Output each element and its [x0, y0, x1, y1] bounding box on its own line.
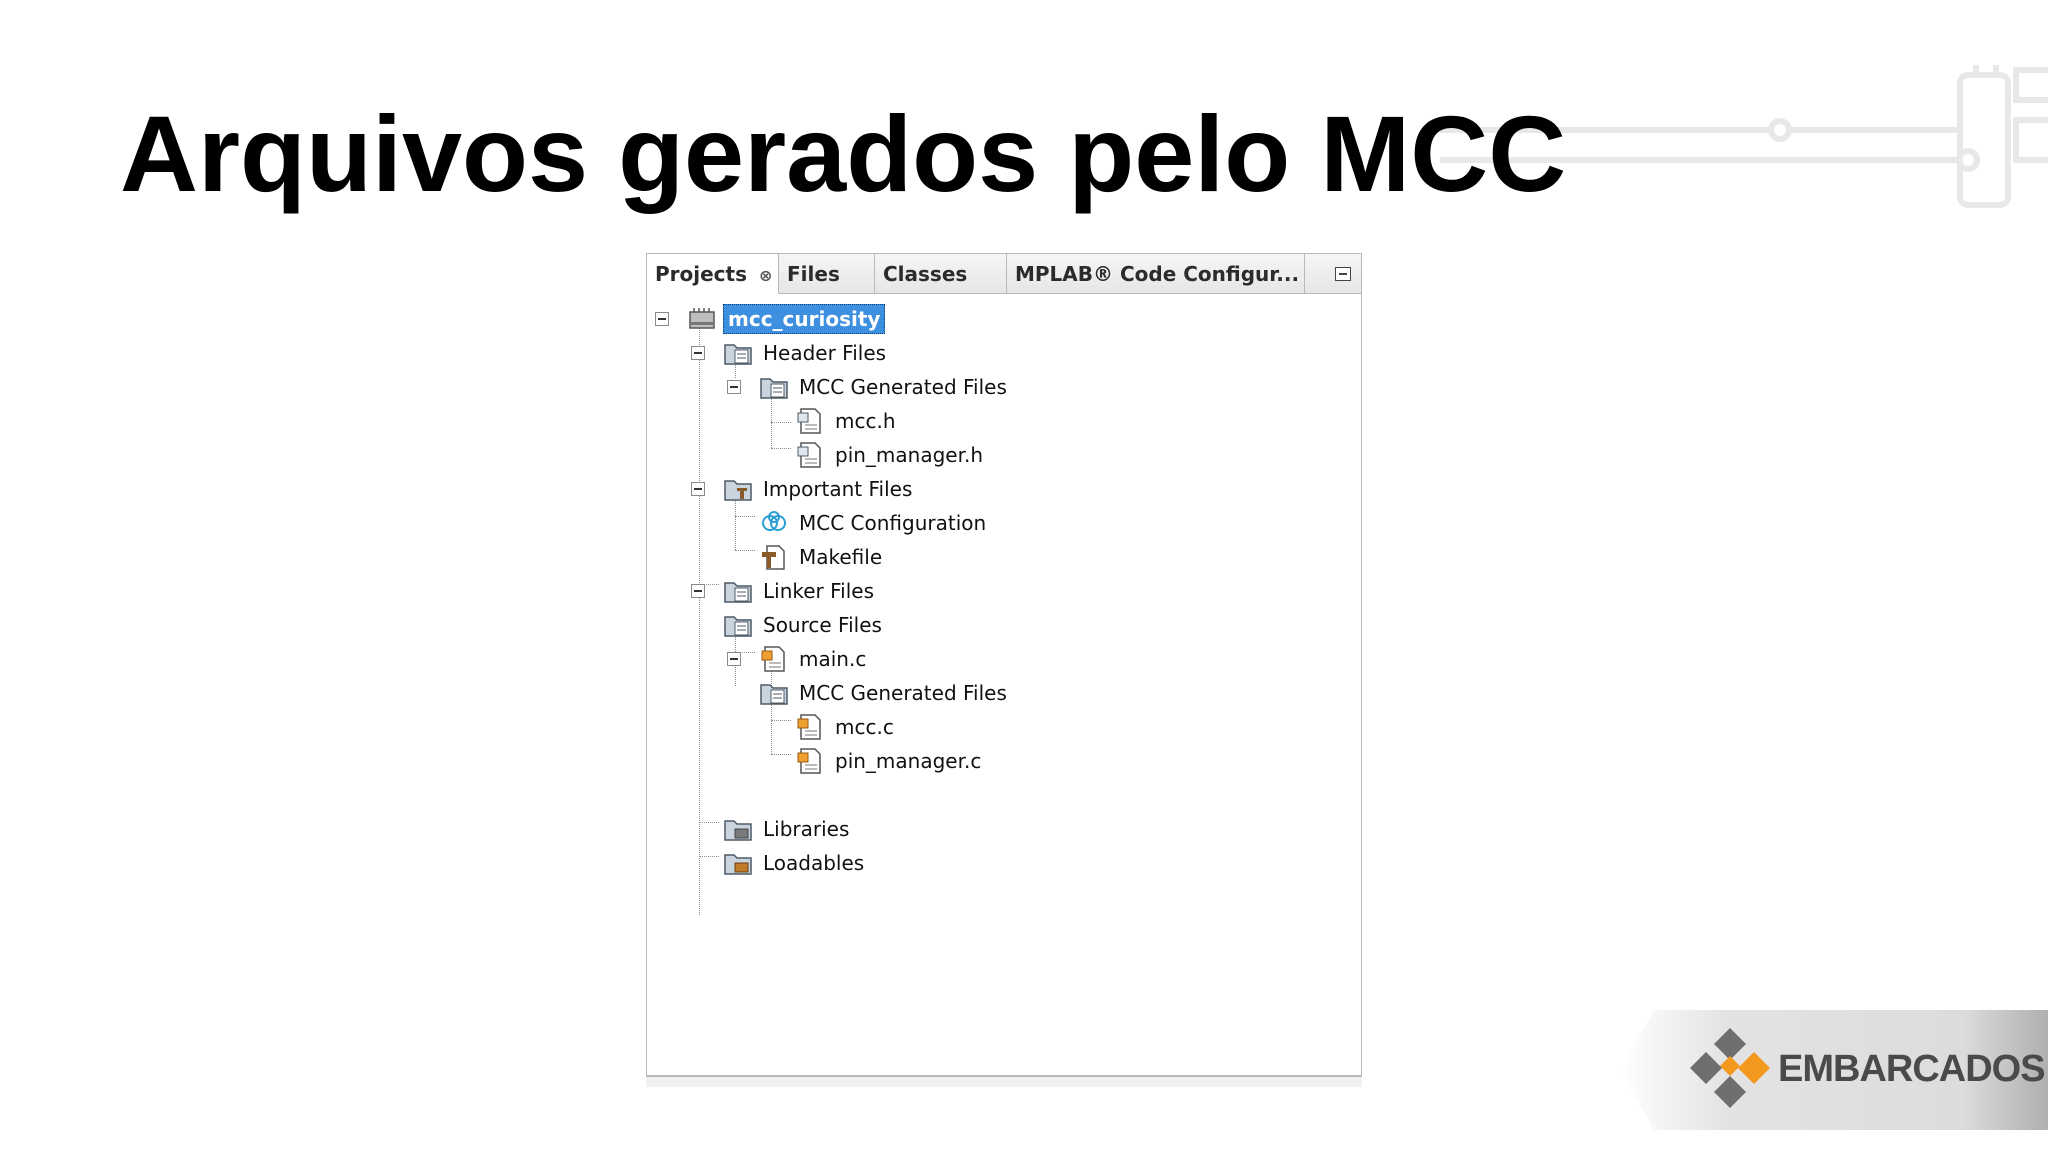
minimize-icon[interactable] — [1335, 267, 1351, 281]
tree-item-libraries[interactable]: Libraries — [723, 812, 853, 846]
chip-icon — [689, 308, 715, 329]
tab-files-label: Files — [787, 262, 840, 286]
close-icon[interactable]: ⊗ — [759, 266, 772, 285]
tab-mcc-configurator[interactable]: MPLAB® Code Configur... — [1007, 254, 1305, 294]
tree-label-loadables: Loadables — [763, 851, 865, 875]
tree-line — [699, 856, 719, 857]
folder-icon — [760, 378, 788, 399]
folder-icon — [760, 684, 788, 705]
makefile-icon — [762, 545, 785, 570]
tree-label-important-files: Important Files — [763, 477, 913, 501]
tree-item-source-mcc-generated[interactable]: MCC Generated Files — [759, 676, 1011, 710]
tree-label-main-c: main.c — [799, 647, 867, 671]
tree-item-pin-manager-c[interactable]: pin_manager.c — [795, 744, 985, 778]
tree-label-libraries: Libraries — [763, 817, 850, 841]
tab-projects[interactable]: Projects ⊗ — [647, 254, 779, 294]
tab-files[interactable]: Files — [779, 254, 875, 294]
embarcados-logo-icon — [1690, 1028, 1770, 1108]
collapse-toggle-icon[interactable] — [727, 652, 741, 666]
tree-label-mcc-c: mcc.c — [835, 715, 894, 739]
tree-item-header-mcc-generated[interactable]: MCC Generated Files — [759, 370, 1011, 404]
tree-item-loadables[interactable]: Loadables — [723, 846, 868, 880]
tree-item-mcc-configuration[interactable]: MCC Configuration — [759, 506, 990, 540]
project-tree: mcc_curiosity Header Files MCC Generated… — [647, 294, 1361, 1074]
slide-title: Arquivos gerados pelo MCC — [120, 93, 1567, 214]
collapse-toggle-icon[interactable] — [691, 584, 705, 598]
tab-projects-label: Projects — [655, 262, 748, 286]
tab-classes[interactable]: Classes — [875, 254, 1007, 294]
collapse-toggle-icon[interactable] — [727, 380, 741, 394]
tree-line — [771, 422, 791, 423]
source-file-icon — [797, 714, 821, 740]
tree-line — [735, 550, 755, 551]
tab-mcc-configurator-label: MPLAB® Code Configur... — [1015, 262, 1300, 286]
tree-label-root: mcc_curiosity — [723, 304, 886, 334]
tree-label-linker-files: Linker Files — [763, 579, 875, 603]
tree-item-linker-files[interactable]: Linker Files — [723, 574, 878, 608]
tab-classes-label: Classes — [883, 262, 968, 286]
tree-label-pin-manager-c: pin_manager.c — [835, 749, 982, 773]
header-file-icon — [797, 442, 821, 468]
header-file-icon — [797, 408, 821, 434]
tree-label-mcc-configuration: MCC Configuration — [799, 511, 987, 535]
tab-bar: Projects ⊗ Files Classes MPLAB® Code Conf… — [647, 254, 1361, 294]
tree-line — [771, 754, 791, 755]
projects-panel: Projects ⊗ Files Classes MPLAB® Code Conf… — [646, 253, 1362, 1085]
tree-item-mcc-h[interactable]: mcc.h — [795, 404, 900, 438]
tree-label-mcc-h: mcc.h — [835, 409, 896, 433]
tree-item-source-files[interactable]: Source Files — [723, 608, 886, 642]
tree-label-header-mcc-generated: MCC Generated Files — [799, 375, 1007, 399]
collapse-toggle-icon[interactable] — [655, 312, 669, 326]
tree-line — [699, 822, 719, 823]
tree-item-important-files[interactable]: Important Files — [723, 472, 916, 506]
tree-item-header-files[interactable]: Header Files — [723, 336, 890, 370]
tree-line — [771, 720, 791, 721]
library-folder-icon — [724, 820, 752, 841]
panel-bottom-bar — [646, 1075, 1362, 1087]
folder-icon — [724, 616, 752, 637]
tree-item-mcc-c[interactable]: mcc.c — [795, 710, 898, 744]
tree-item-pin-manager-h[interactable]: pin_manager.h — [795, 438, 987, 472]
mcc-config-icon — [762, 511, 786, 531]
tree-line — [699, 319, 700, 915]
tree-label-pin-manager-h: pin_manager.h — [835, 443, 984, 467]
tree-line — [771, 448, 791, 449]
tree-label-header-files: Header Files — [763, 341, 887, 365]
source-file-icon — [797, 748, 821, 774]
tree-item-root[interactable]: mcc_curiosity — [687, 302, 886, 336]
tree-label-source-mcc-generated: MCC Generated Files — [799, 681, 1007, 705]
tree-line — [735, 516, 755, 517]
tree-label-makefile: Makefile — [799, 545, 883, 569]
collapse-toggle-icon[interactable] — [691, 482, 705, 496]
tree-label-source-files: Source Files — [763, 613, 882, 637]
folder-icon — [724, 582, 752, 603]
source-file-icon — [761, 646, 785, 672]
tree-item-makefile[interactable]: Makefile — [759, 540, 886, 574]
logo-text: EMBARCADOS — [1778, 1048, 2046, 1090]
loadables-folder-icon — [724, 854, 752, 875]
folder-icon — [724, 480, 752, 501]
folder-icon — [724, 344, 752, 365]
tree-item-main-c[interactable]: main.c — [759, 642, 870, 676]
collapse-toggle-icon[interactable] — [691, 346, 705, 360]
